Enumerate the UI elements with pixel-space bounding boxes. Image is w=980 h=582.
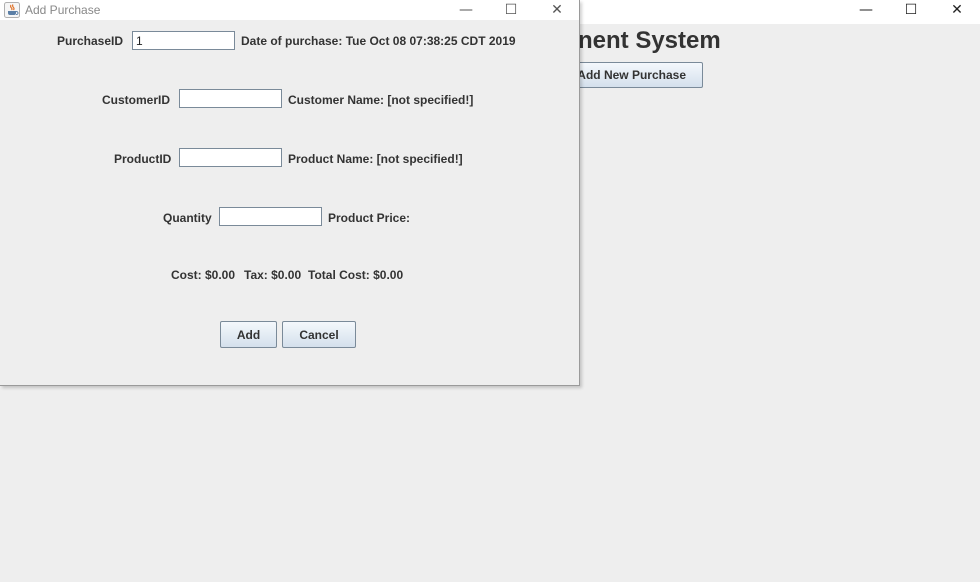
dialog-titlebar: Add Purchase — ☐ ✕ [0, 0, 579, 20]
product-name-label: Product Name: [not specified!] [288, 152, 463, 166]
add-purchase-dialog: Add Purchase — ☐ ✕ PurchaseID Date of pu… [0, 0, 580, 386]
dialog-close-button[interactable]: ✕ [534, 0, 580, 20]
quantity-field[interactable] [219, 207, 322, 226]
total-cost-label: Total Cost: $0.00 [308, 268, 404, 282]
tax-label: Tax: $0.00 [244, 268, 302, 282]
product-id-label: ProductID [114, 152, 172, 166]
date-of-purchase-label: Date of purchase: Tue Oct 08 07:38:25 CD… [241, 34, 516, 48]
maximize-icon: ☐ [904, 2, 918, 18]
cost-label: Cost: $0.00 [171, 268, 236, 282]
product-id-field[interactable] [179, 148, 282, 167]
dialog-title: Add Purchase [25, 3, 101, 17]
purchase-id-field[interactable] [132, 31, 235, 50]
customer-name-label: Customer Name: [not specified!] [288, 93, 474, 107]
add-new-purchase-button[interactable]: Add New Purchase [570, 62, 703, 88]
minimize-icon: — [459, 2, 473, 18]
close-icon: ✕ [551, 2, 563, 18]
purchase-id-label: PurchaseID [57, 34, 124, 48]
cancel-button[interactable]: Cancel [282, 321, 356, 348]
quantity-label: Quantity [163, 211, 212, 225]
close-icon: ✕ [951, 2, 963, 18]
java-app-icon [4, 2, 20, 18]
product-price-label: Product Price: [328, 211, 411, 225]
customer-id-label: CustomerID [102, 93, 171, 107]
main-page-title: nent System [578, 27, 721, 54]
dialog-minimize-button[interactable]: — [443, 0, 489, 20]
add-button[interactable]: Add [220, 321, 277, 348]
customer-id-field[interactable] [179, 89, 282, 108]
main-minimize-button[interactable]: — [843, 0, 889, 20]
dialog-maximize-button[interactable]: ☐ [488, 0, 534, 20]
main-maximize-button[interactable]: ☐ [888, 0, 934, 20]
minimize-icon: — [859, 2, 873, 18]
main-close-button[interactable]: ✕ [934, 0, 980, 20]
maximize-icon: ☐ [504, 2, 518, 18]
